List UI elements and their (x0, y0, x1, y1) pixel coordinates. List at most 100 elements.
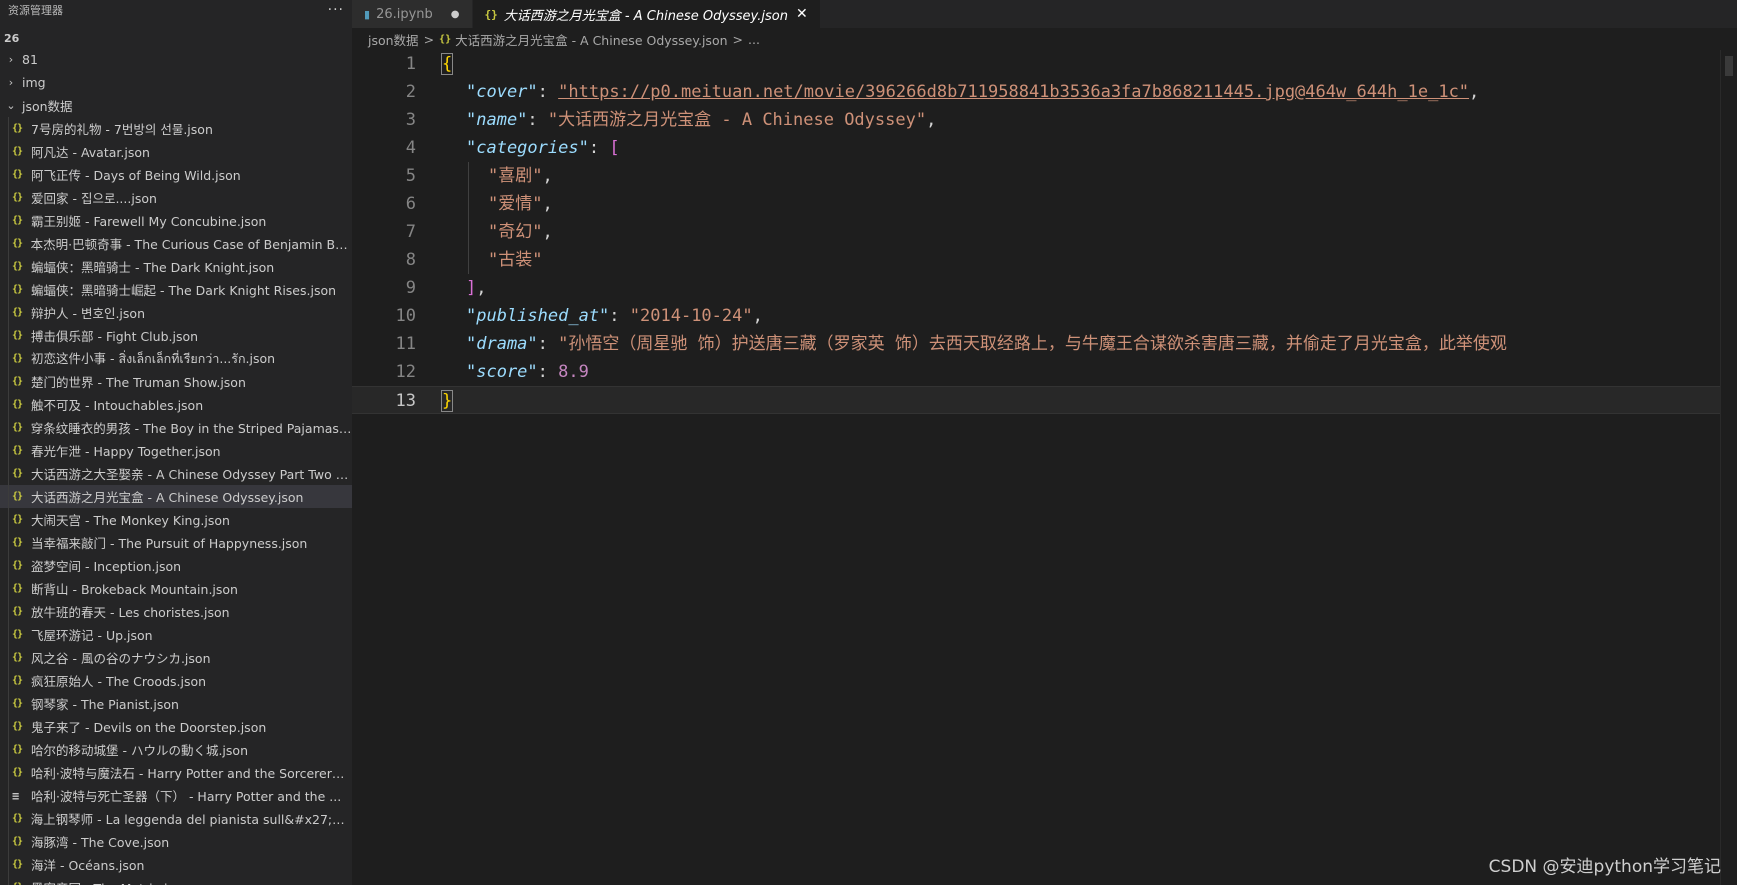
close-bracket: ] (466, 278, 477, 298)
file-item[interactable]: {} 阿飞正传 - Days of Being Wild.json (0, 163, 352, 186)
file-item[interactable]: {} 初恋这件小事 - สิ่งเล็กเล็กที่เรียกว่า...รัก… (0, 347, 352, 370)
code-line: 3 "name": "大话西游之月光宝盒 - A Chinese Odyssey… (352, 106, 1721, 134)
file-label: 穿条纹睡衣的男孩 - The Boy in the Striped Pajama… (30, 421, 352, 436)
breadcrumb-file[interactable]: 大话西游之月光宝盒 - A Chinese Odyssey.json (455, 30, 727, 49)
folder-label: 81 (22, 52, 38, 67)
file-item[interactable]: {} 大闹天宫 - The Monkey King.json (0, 508, 352, 531)
file-item[interactable]: {} 断背山 - Brokeback Mountain.json (0, 577, 352, 600)
json-file-icon: {} (12, 721, 23, 732)
json-file-icon: {} (12, 652, 23, 663)
line-number: 1 (405, 54, 416, 74)
file-item[interactable]: {} 蝙蝠侠：黑暗骑士 - The Dark Knight.json (0, 255, 352, 278)
chevron-right-icon: › (8, 53, 14, 66)
file-label: 楚门的世界 - The Truman Show.json (31, 375, 246, 390)
folder-item[interactable]: › img (0, 71, 352, 94)
file-item[interactable]: {} 盗梦空间 - Inception.json (0, 554, 352, 577)
file-label: 当幸福来敲门 - The Pursuit of Happyness.json (31, 536, 308, 551)
file-item[interactable]: {} 7号房的礼物 - 7번방의 선물.json (0, 117, 352, 140)
folder-item[interactable]: › 81 (0, 48, 352, 71)
more-actions-icon[interactable]: ··· (328, 2, 344, 18)
code-line: 12 "score": 8.9 (352, 358, 1721, 386)
json-key: "name" (466, 110, 528, 130)
json-file-icon: {} (12, 560, 23, 571)
file-item[interactable]: {} 当幸福来敲门 - The Pursuit of Happyness.json (0, 531, 352, 554)
file-item[interactable]: {} 风之谷 - 風の谷のナウシカ.json (0, 646, 352, 669)
code-editor[interactable]: 1 { 2 "cover": "https://p0.meituan.net/m… (352, 50, 1721, 885)
file-item[interactable]: {}黑客帝国 - The Matrix.json (0, 876, 352, 885)
file-tree: › 81 › img ⌄ json数据 {} 7号房的礼物 - 7번방의 선물.json {} 阿… (0, 48, 352, 885)
line-number: 8 (405, 250, 416, 270)
file-item[interactable]: {} 楚门的世界 - The Truman Show.json (0, 370, 352, 393)
json-file-icon: {} (12, 284, 23, 295)
json-file-icon: {} (12, 353, 23, 364)
file-item[interactable]: {} 钢琴家 - The Pianist.json (0, 692, 352, 715)
json-file-icon: {} (12, 422, 23, 433)
file-item[interactable]: {} 辩护人 - 변호인.json (0, 301, 352, 324)
file-item[interactable]: {} 海上钢琴师 - La leggenda del pianista sull&… (0, 807, 352, 830)
file-item[interactable]: {} 海洋 - Océans.json (0, 853, 352, 876)
json-string-value: "孙悟空（周星驰 饰）护送唐三藏（罗家英 饰）去西天取经路上，与牛魔王合谋欲杀害… (558, 334, 1507, 354)
file-label: 海豚湾 - The Cove.json (31, 835, 170, 850)
breadcrumb-more[interactable]: ... (748, 32, 760, 47)
explorer-sidebar: 资源管理器 ··· 26 › 81 › img ⌄ json数据 {} 7号房的礼物 - 7번… (0, 0, 352, 885)
file-item[interactable]: {} 触不可及 - Intouchables.json (0, 393, 352, 416)
file-label: 疯狂原始人 - The Croods.json (31, 674, 207, 689)
file-label: 阿飞正传 - Days of Being Wild.json (31, 168, 241, 183)
line-number: 9 (405, 278, 416, 298)
file-label: 爱回家 - 집으로....json (31, 191, 157, 206)
json-key: "cover" (466, 82, 538, 102)
file-item[interactable]: {} 哈尔的移动城堡 - ハウルの動く城.json (0, 738, 352, 761)
json-file-icon: {} (12, 330, 23, 341)
line-number: 4 (405, 138, 416, 158)
file-label: 大话西游之大圣娶亲 - A Chinese Odyssey Part Two -… (31, 467, 352, 482)
breadcrumb-folder[interactable]: json数据 (368, 30, 419, 49)
file-item[interactable]: {} 本杰明·巴顿奇事 - The Curious Case of Benjami… (0, 232, 352, 255)
json-url-value[interactable]: "https://p0.meituan.net/movie/396266d8b7… (558, 82, 1469, 102)
file-item[interactable]: {} 蝙蝠侠：黑暗骑士崛起 - The Dark Knight Rises.jso… (0, 278, 352, 301)
line-number: 6 (405, 194, 416, 214)
editor-scrollbar[interactable] (1720, 50, 1737, 885)
json-file-icon: {} (12, 514, 23, 525)
line-number: 2 (405, 82, 416, 102)
tab-json-file[interactable]: {} 大话西游之月光宝盒 - A Chinese Odyssey.json ✕ (472, 0, 821, 28)
file-item[interactable]: {} 爱回家 - 집으로....json (0, 186, 352, 209)
file-label: 霸王别姬 - Farewell My Concubine.json (31, 214, 267, 229)
json-file-icon: {} (12, 238, 23, 249)
file-label: 大闹天宫 - The Monkey King.json (31, 513, 230, 528)
file-item[interactable]: {} 春光乍泄 - Happy Together.json (0, 439, 352, 462)
file-item[interactable]: {} 海豚湾 - The Cove.json (0, 830, 352, 853)
file-item[interactable]: {} 疯狂原始人 - The Croods.json (0, 669, 352, 692)
chevron-right-icon: › (8, 76, 14, 89)
json-string-value: "古装" (488, 250, 543, 270)
file-item[interactable]: {} 阿凡达 - Avatar.json (0, 140, 352, 163)
close-icon[interactable]: ✕ (796, 6, 808, 22)
line-number: 5 (405, 166, 416, 186)
file-item[interactable]: {} 大话西游之月光宝盒 - A Chinese Odyssey.json (0, 485, 352, 508)
json-key: "drama" (466, 334, 538, 354)
tab-label: 26.ipynb (376, 6, 433, 22)
file-item[interactable]: {} 大话西游之大圣娶亲 - A Chinese Odyssey Part Two… (0, 462, 352, 485)
tab-notebook[interactable]: ▮ 26.ipynb ● (352, 0, 473, 28)
file-item[interactable]: {} 放牛班的春天 - Les choristes.json (0, 600, 352, 623)
scrollbar-thumb[interactable] (1725, 56, 1733, 76)
file-item[interactable]: {} 穿条纹睡衣的男孩 - The Boy in the Striped Paja… (0, 416, 352, 439)
modified-dot-icon[interactable]: ● (451, 9, 460, 20)
file-item[interactable]: {} 哈利·波特与魔法石 - Harry Potter and the Sorce… (0, 761, 352, 784)
file-label: 海上钢琴师 - La leggenda del pianista sull&#x… (30, 812, 352, 827)
json-file-icon: {} (12, 491, 23, 502)
json-file-icon: {} (12, 583, 23, 594)
file-item[interactable]: ≡ 哈利·波特与死亡圣器（下） - Harry Potter and the ..… (0, 784, 352, 807)
folder-item[interactable]: ⌄ json数据 (0, 94, 352, 117)
workspace-root[interactable]: 26 (0, 28, 352, 48)
file-item[interactable]: {} 霸王别姬 - Farewell My Concubine.json (0, 209, 352, 232)
json-string-value: "2014-10-24" (629, 306, 753, 326)
json-file-icon: {} (12, 629, 23, 640)
file-item[interactable]: {} 鬼子来了 - Devils on the Doorstep.json (0, 715, 352, 738)
code-line: 4 "categories": [ (352, 134, 1721, 162)
file-label: 哈利·波特与魔法石 - Harry Potter and the Sorcere… (30, 766, 352, 781)
file-item[interactable]: {} 搏击俱乐部 - Fight Club.json (0, 324, 352, 347)
json-file-icon: {} (12, 215, 23, 226)
file-label: 放牛班的春天 - Les choristes.json (31, 605, 230, 620)
json-file-icon: {} (12, 146, 23, 157)
file-item[interactable]: {} 飞屋环游记 - Up.json (0, 623, 352, 646)
